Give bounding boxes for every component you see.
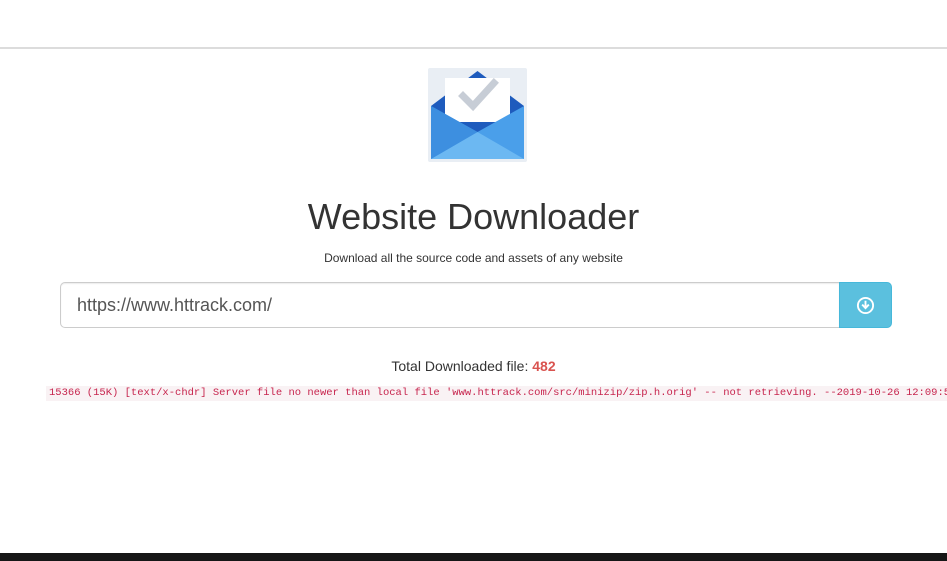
envelope-check-icon bbox=[428, 68, 527, 162]
page-subtitle: Download all the source code and assets … bbox=[324, 251, 623, 265]
url-input[interactable] bbox=[60, 282, 839, 328]
url-input-group bbox=[60, 282, 892, 328]
top-bar bbox=[0, 0, 947, 49]
total-label: Total Downloaded file: bbox=[391, 358, 529, 374]
download-button[interactable] bbox=[839, 282, 892, 328]
total-downloaded: Total Downloaded file: 482 bbox=[0, 358, 947, 374]
page: Website Downloader Download all the sour… bbox=[0, 0, 947, 561]
download-circle-icon bbox=[856, 296, 875, 314]
log-output-line: 15366 (15K) [text/x-chdr] Server file no… bbox=[46, 386, 947, 401]
page-title: Website Downloader bbox=[307, 196, 640, 237]
inbox-logo bbox=[428, 68, 527, 162]
bottom-bar bbox=[0, 553, 947, 561]
total-count: 482 bbox=[532, 358, 556, 374]
